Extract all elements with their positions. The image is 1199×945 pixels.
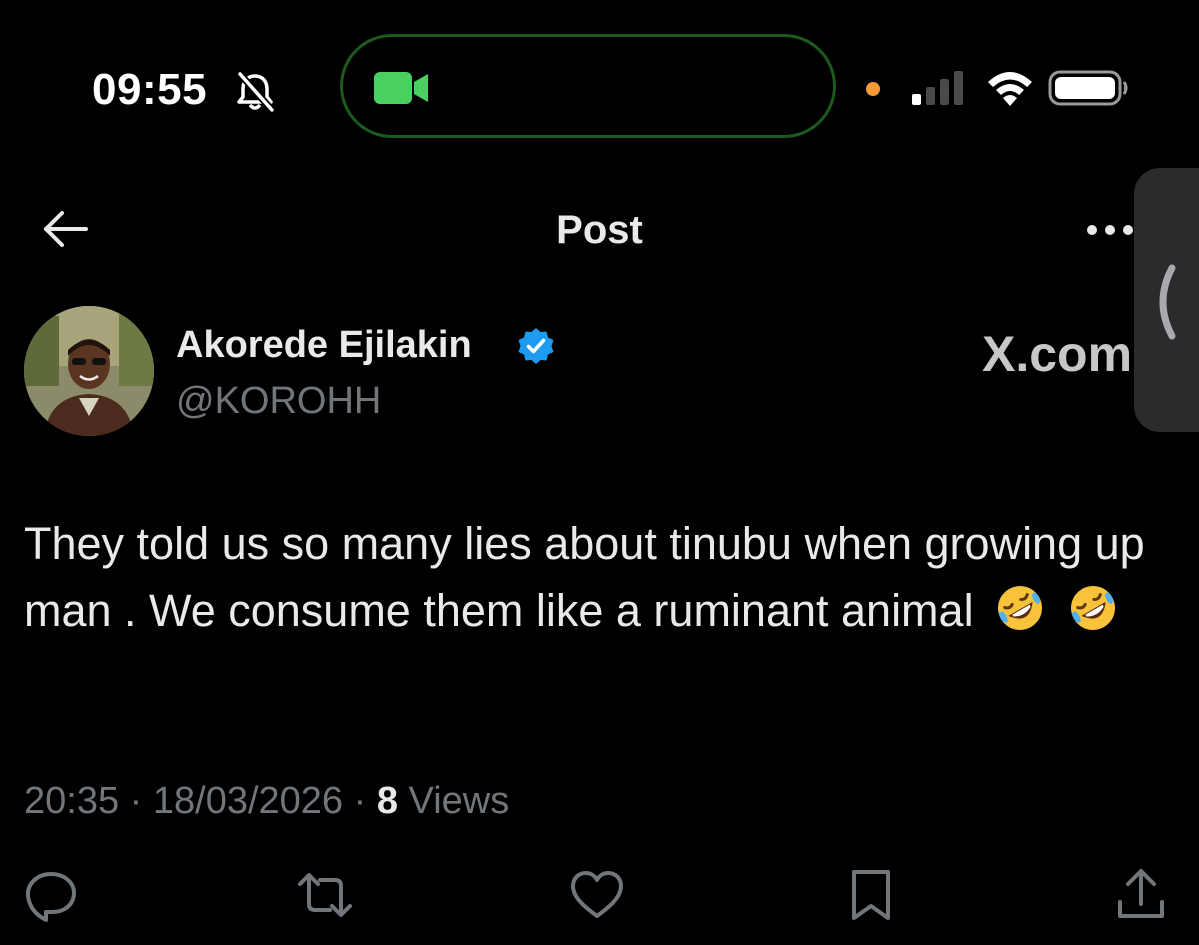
heart-icon <box>571 871 623 918</box>
post-text-content: They told us so many lies about tinubu w… <box>24 518 1145 636</box>
meta-separator: · <box>129 780 143 822</box>
reply-icon <box>25 872 76 922</box>
verified-badge-icon <box>516 326 556 366</box>
rolling-on-floor-laughing-emoji <box>1067 582 1119 634</box>
chevron-left-icon <box>1146 262 1180 342</box>
share-button[interactable] <box>1112 866 1170 924</box>
cellular-signal-icon <box>910 70 970 106</box>
facetime-camera-icon <box>372 70 432 106</box>
wifi-icon <box>984 68 1036 108</box>
post-meta: 20:35 · 18/03/2026 · 8 Views <box>24 778 509 824</box>
author-name[interactable]: Akorede Ejilakin <box>176 322 472 368</box>
x-com-watermark: X.com <box>982 326 1133 382</box>
privacy-dot-icon <box>866 82 880 96</box>
status-bar-time: 09:55 <box>92 65 208 114</box>
bookmark-icon <box>852 870 890 920</box>
more-options-button[interactable] <box>1084 220 1138 240</box>
bookmark-button[interactable] <box>842 866 900 924</box>
battery-icon <box>1048 70 1130 106</box>
more-horizontal-icon <box>1087 225 1133 235</box>
like-button[interactable] <box>568 866 626 924</box>
author-handle[interactable]: @KOROHH <box>176 378 381 424</box>
page-title: Post <box>556 208 643 252</box>
post-text: They told us so many lies about tinubu w… <box>24 510 1164 644</box>
share-icon <box>1118 869 1164 918</box>
reply-button[interactable] <box>22 866 80 924</box>
profile-photo <box>24 306 154 436</box>
avatar[interactable] <box>24 306 154 436</box>
bell-slash-icon <box>232 70 278 112</box>
rolling-on-floor-laughing-emoji <box>994 582 1046 634</box>
post-date[interactable]: 18/03/2026 <box>153 780 343 822</box>
post-time[interactable]: 20:35 <box>24 780 119 822</box>
views-count: 8 <box>376 780 398 822</box>
views-label: Views <box>408 780 510 822</box>
meta-separator: · <box>353 780 367 822</box>
repost-icon <box>298 873 352 917</box>
repost-button[interactable] <box>296 866 354 924</box>
